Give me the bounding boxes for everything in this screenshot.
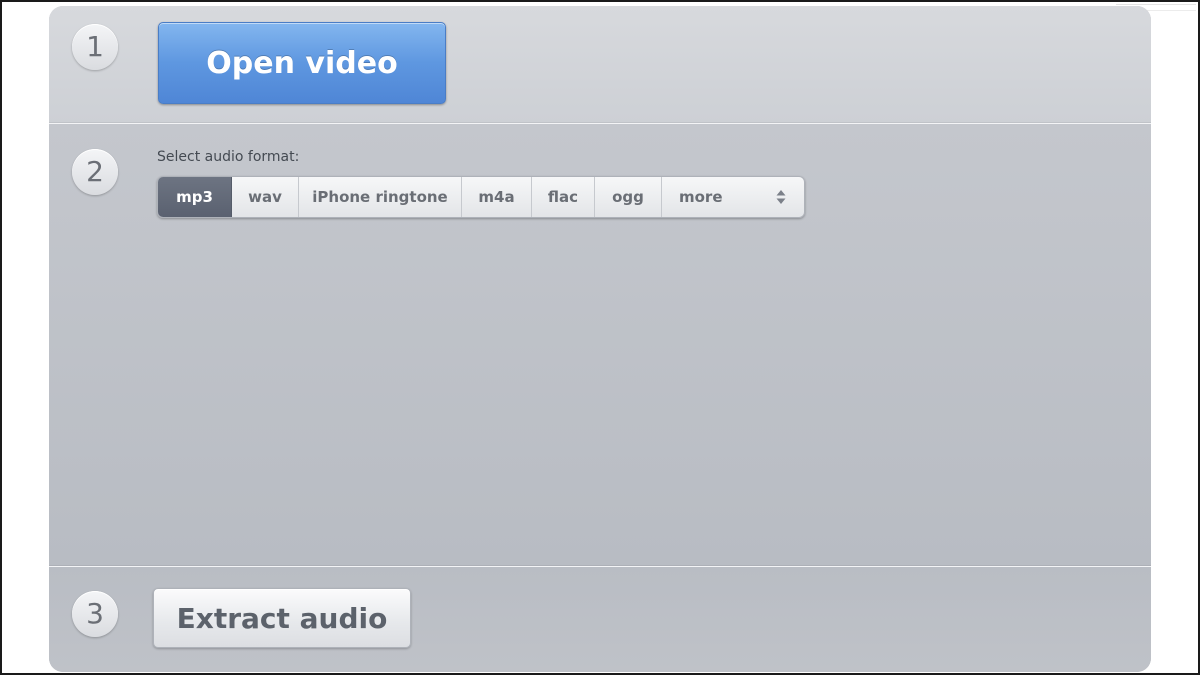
format-select-label: Select audio format: [157,149,300,165]
format-option-wav[interactable]: wav [232,177,299,217]
format-option-iphone-ringtone[interactable]: iPhone ringtone [299,177,462,217]
section-divider-2 [49,566,1151,567]
format-option-more-dropdown[interactable]: more [662,177,804,217]
step-number-2: 2 [72,149,118,195]
top-rule [1116,4,1196,5]
format-option-ogg[interactable]: ogg [595,177,662,217]
format-option-m4a[interactable]: m4a [462,177,532,217]
step-number-3: 3 [72,591,118,637]
updown-arrows-icon [776,190,786,204]
open-video-button[interactable]: Open video [158,22,446,104]
converter-panel: 1 Open video 2 Select audio format: mp3 … [49,6,1151,672]
audio-format-selector: mp3 wav iPhone ringtone m4a flac ogg mor… [157,176,805,218]
more-label: more [679,188,723,206]
section-divider-1 [49,123,1151,124]
format-option-flac[interactable]: flac [532,177,595,217]
format-option-mp3[interactable]: mp3 [158,177,232,217]
step-number-1: 1 [72,24,118,70]
extract-audio-button[interactable]: Extract audio [153,588,411,648]
